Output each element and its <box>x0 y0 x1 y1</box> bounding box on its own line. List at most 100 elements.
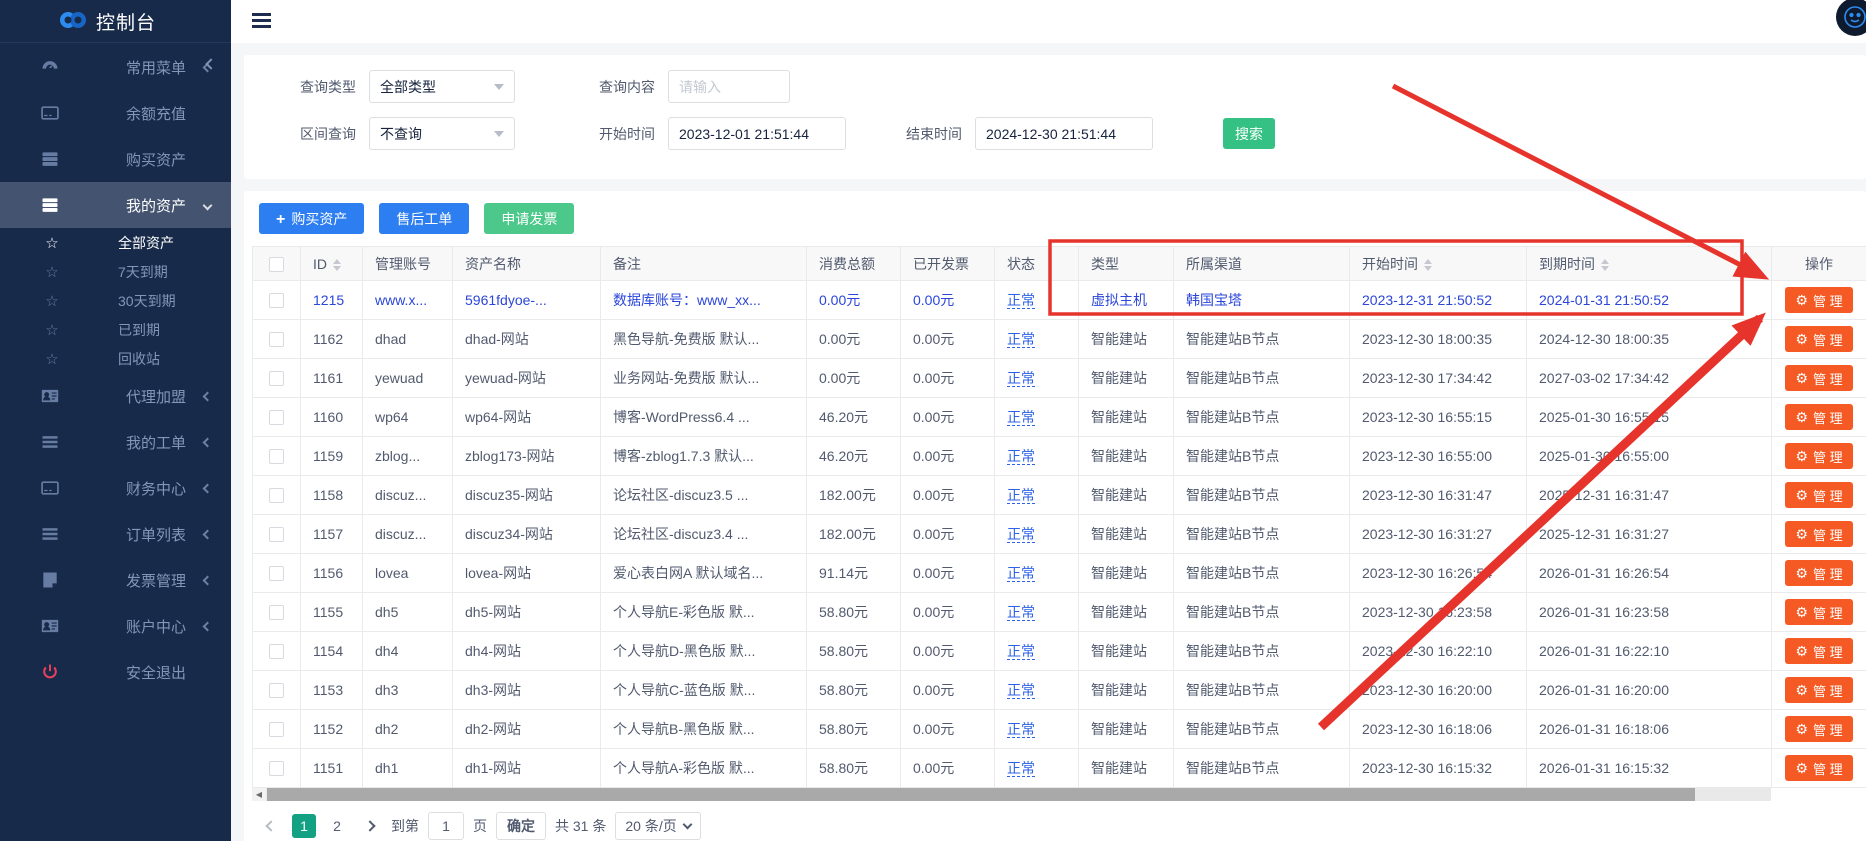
sidebar-item-12[interactable]: 订单列表 <box>0 511 231 557</box>
status-badge[interactable]: 正常 <box>1007 760 1035 777</box>
sidebar-item-4[interactable]: ☆全部资产 <box>0 228 231 257</box>
status-badge[interactable]: 正常 <box>1007 409 1035 426</box>
manage-button[interactable]: ⚙管 理 <box>1785 365 1852 391</box>
sidebar-item-label: 余额充值 <box>126 103 186 124</box>
range-query-select[interactable]: 不查询 <box>369 117 515 150</box>
chevron-down-icon <box>203 200 213 210</box>
cell-account: dh5 <box>363 593 453 632</box>
sort-icon[interactable] <box>1601 259 1609 271</box>
horizontal-scrollbar[interactable]: ◀ <box>252 788 1771 801</box>
status-badge[interactable]: 正常 <box>1007 682 1035 699</box>
manage-button[interactable]: ⚙管 理 <box>1785 560 1852 586</box>
column-header[interactable]: ID <box>301 247 363 281</box>
status-badge[interactable]: 正常 <box>1007 292 1035 309</box>
cell-asset: zblog173-网站 <box>453 437 601 476</box>
cell-status: 正常 <box>995 671 1079 710</box>
status-badge[interactable]: 正常 <box>1007 565 1035 582</box>
sidebar-item-0[interactable]: 常用菜单 <box>0 44 231 90</box>
user-avatar[interactable] <box>1836 0 1866 36</box>
manage-button[interactable]: ⚙管 理 <box>1785 599 1852 625</box>
sidebar-item-13[interactable]: 发票管理 <box>0 557 231 603</box>
row-checkbox[interactable] <box>269 644 284 659</box>
manage-button[interactable]: ⚙管 理 <box>1785 521 1852 547</box>
cell-channel: 智能建站B节点 <box>1174 749 1350 788</box>
row-checkbox[interactable] <box>269 410 284 425</box>
sidebar-item-11[interactable]: 财务中心 <box>0 465 231 511</box>
page-button-1[interactable]: 1 <box>292 814 316 838</box>
row-checkbox[interactable] <box>269 566 284 581</box>
sort-icon[interactable] <box>1424 259 1432 271</box>
sidebar-item-8[interactable]: ☆回收站 <box>0 344 231 373</box>
sidebar-item-5[interactable]: ☆7天到期 <box>0 257 231 286</box>
status-badge[interactable]: 正常 <box>1007 487 1035 504</box>
manage-button[interactable]: ⚙管 理 <box>1785 755 1852 781</box>
status-badge[interactable]: 正常 <box>1007 370 1035 387</box>
manage-button[interactable]: ⚙管 理 <box>1785 443 1852 469</box>
manage-button[interactable]: ⚙管 理 <box>1785 287 1852 313</box>
start-time-input[interactable] <box>679 126 835 142</box>
cell-type: 智能建站 <box>1079 671 1174 710</box>
row-checkbox[interactable] <box>269 371 284 386</box>
manage-button[interactable]: ⚙管 理 <box>1785 677 1852 703</box>
cell-note: 爱心表白网A 默认域名... <box>601 554 807 593</box>
status-badge[interactable]: 正常 <box>1007 526 1035 543</box>
sidebar-item-7[interactable]: ☆已到期 <box>0 315 231 344</box>
status-badge[interactable]: 正常 <box>1007 448 1035 465</box>
row-checkbox[interactable] <box>269 332 284 347</box>
row-checkbox[interactable] <box>269 527 284 542</box>
manage-button[interactable]: ⚙管 理 <box>1785 638 1852 664</box>
sidebar-item-2[interactable]: 购买资产 <box>0 136 231 182</box>
status-badge[interactable]: 正常 <box>1007 331 1035 348</box>
row-checkbox[interactable] <box>269 683 284 698</box>
sidebar-item-10[interactable]: 我的工单 <box>0 419 231 465</box>
row-checkbox[interactable] <box>269 293 284 308</box>
manage-button[interactable]: ⚙管 理 <box>1785 716 1852 742</box>
status-badge[interactable]: 正常 <box>1007 721 1035 738</box>
cell-invoice: 0.00元 <box>901 437 995 476</box>
cell-id: 1215 <box>301 281 363 320</box>
sidebar-item-3[interactable]: 我的资产 <box>0 182 231 228</box>
row-checkbox[interactable] <box>269 605 284 620</box>
goto-confirm-button[interactable]: 确定 <box>496 812 546 840</box>
hamburger-menu-icon[interactable] <box>252 13 271 28</box>
row-checkbox[interactable] <box>269 761 284 776</box>
row-checkbox[interactable] <box>269 449 284 464</box>
manage-button[interactable]: ⚙管 理 <box>1785 404 1852 430</box>
sidebar-item-15[interactable]: 安全退出 <box>0 649 231 695</box>
scroll-left-arrow-icon[interactable]: ◀ <box>252 788 266 801</box>
buy-asset-button[interactable]: +购买资产 <box>259 203 364 234</box>
cell-type: 智能建站 <box>1079 398 1174 437</box>
scrollbar-thumb[interactable] <box>267 788 1695 801</box>
cell-invoice: 0.00元 <box>901 281 995 320</box>
sidebar-item-6[interactable]: ☆30天到期 <box>0 286 231 315</box>
select-all-checkbox[interactable] <box>269 257 284 272</box>
page-button-2[interactable]: 2 <box>325 814 349 838</box>
column-header: 消费总额 <box>807 247 901 281</box>
sidebar-item-14[interactable]: 账户中心 <box>0 603 231 649</box>
column-header[interactable]: 开始时间 <box>1350 247 1527 281</box>
cell-invoice: 0.00元 <box>901 320 995 359</box>
column-header: 备注 <box>601 247 807 281</box>
cell-amount: 91.14元 <box>807 554 901 593</box>
request-invoice-button[interactable]: 申请发票 <box>484 203 574 234</box>
status-badge[interactable]: 正常 <box>1007 604 1035 621</box>
prev-page-button[interactable] <box>259 814 283 838</box>
goto-page-input[interactable] <box>428 812 464 840</box>
sidebar-item-9[interactable]: 代理加盟 <box>0 373 231 419</box>
status-badge[interactable]: 正常 <box>1007 643 1035 660</box>
end-time-input[interactable] <box>986 126 1142 142</box>
row-checkbox[interactable] <box>269 722 284 737</box>
next-page-button[interactable] <box>358 814 382 838</box>
column-header[interactable]: 到期时间 <box>1527 247 1772 281</box>
sidebar-item-1[interactable]: 余额充值 <box>0 90 231 136</box>
query-content-input[interactable] <box>679 79 779 95</box>
aftersale-ticket-button[interactable]: 售后工单 <box>379 203 469 234</box>
search-button[interactable]: 搜索 <box>1223 118 1275 149</box>
cell-amount: 0.00元 <box>807 359 901 398</box>
row-checkbox[interactable] <box>269 488 284 503</box>
manage-button[interactable]: ⚙管 理 <box>1785 326 1852 352</box>
manage-button[interactable]: ⚙管 理 <box>1785 482 1852 508</box>
query-type-select[interactable]: 全部类型 <box>369 70 515 103</box>
sort-icon[interactable] <box>333 259 341 271</box>
page-size-select[interactable]: 20 条/页 <box>615 812 700 840</box>
